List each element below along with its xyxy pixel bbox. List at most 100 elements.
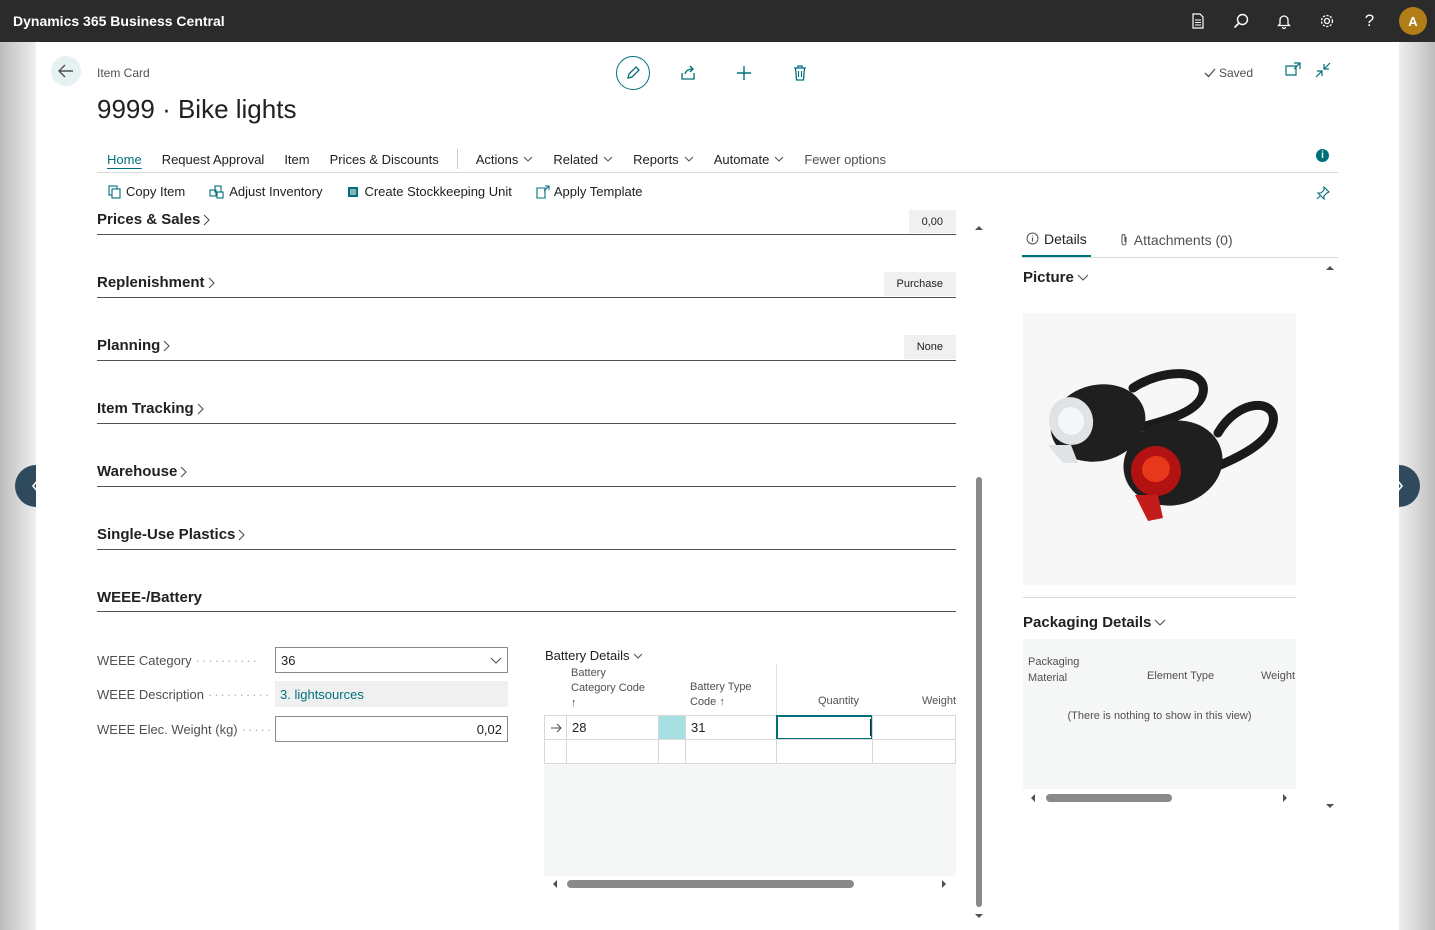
weee-weight-row: WEEE Elec. Weight (kg) ····· 0,02: [97, 716, 508, 742]
fasttab-weee-battery[interactable]: WEEE-/Battery: [97, 585, 956, 612]
chevron-right-icon: [163, 340, 171, 351]
share-button[interactable]: [670, 56, 706, 90]
col-battery-category-code[interactable]: Battery Category Code ↑: [571, 666, 645, 717]
info-icon[interactable]: i: [1316, 149, 1329, 162]
chevron-right-icon: [239, 529, 246, 540]
tab-attachments[interactable]: Attachments (0): [1115, 222, 1237, 257]
tab-prices-discounts[interactable]: Prices & Discounts: [320, 147, 449, 171]
bell-icon[interactable]: [1262, 0, 1305, 42]
fasttab-title: Planning: [97, 337, 171, 354]
tab-details[interactable]: Details: [1022, 222, 1091, 257]
cell-weight[interactable]: [872, 715, 956, 740]
fasttab-title: Item Tracking: [97, 400, 204, 417]
new-button[interactable]: [726, 56, 762, 90]
tab-item[interactable]: Item: [274, 147, 319, 171]
apply-template-button[interactable]: Apply Template: [536, 184, 643, 199]
template-icon: [536, 184, 550, 199]
cell-lookup[interactable]: [658, 715, 686, 740]
adjust-inventory-label: Adjust Inventory: [229, 184, 323, 199]
action-bar: Home Request Approval Item Prices & Disc…: [97, 146, 1338, 173]
fasttab-item-tracking[interactable]: Item Tracking: [97, 396, 956, 424]
empty-cell[interactable]: [685, 739, 777, 764]
create-stockkeeping-unit-button[interactable]: Create Stockkeeping Unit: [346, 184, 512, 199]
fasttab-single-use-plastics[interactable]: Single-Use Plastics: [97, 522, 956, 550]
cell-type-code[interactable]: 31: [685, 715, 777, 740]
action-bar-separator: [456, 149, 458, 169]
weee-category-select[interactable]: 36: [275, 647, 508, 673]
packaging-section-header[interactable]: Packaging Details: [1023, 614, 1166, 631]
factbox-vscrollbar[interactable]: [1325, 262, 1335, 812]
top-bar: Dynamics 365 Business Central ? A: [0, 0, 1435, 42]
empty-cell[interactable]: [658, 739, 686, 764]
edit-button[interactable]: [616, 56, 650, 90]
open-new-window-icon[interactable]: [1285, 62, 1301, 76]
chevron-right-icon: [197, 403, 204, 414]
content-vscrollbar[interactable]: [973, 222, 985, 922]
tab-request-approval[interactable]: Request Approval: [152, 147, 275, 171]
avatar[interactable]: A: [1399, 7, 1427, 35]
menu-related[interactable]: Related: [543, 147, 623, 171]
fasttab-planning[interactable]: Planning None: [97, 333, 956, 361]
weee-description-value[interactable]: 3. lightsources: [275, 681, 508, 707]
help-icon[interactable]: ?: [1348, 0, 1391, 42]
app-title[interactable]: Dynamics 365 Business Central: [13, 13, 225, 29]
col-category-line1: Battery: [571, 667, 606, 679]
header-actions: [616, 56, 838, 90]
fasttab-title: WEEE-/Battery: [97, 589, 203, 606]
back-arrow-icon: [58, 64, 73, 78]
document-icon[interactable]: [1176, 0, 1219, 42]
row-selector[interactable]: [544, 715, 567, 740]
col-weight[interactable]: Weight: [1261, 670, 1295, 682]
battery-details-title[interactable]: Battery Details: [545, 648, 643, 663]
fasttab-prices-sales[interactable]: Prices & Sales 0,00: [97, 210, 956, 235]
gear-icon[interactable]: [1305, 0, 1348, 42]
delete-icon: [794, 65, 806, 81]
factbox-divider: [1023, 597, 1296, 598]
chevron-down-icon: [1077, 274, 1089, 281]
fasttab-warehouse-label: Warehouse: [97, 463, 178, 480]
sort-arrow-icon: ↑: [719, 696, 725, 708]
item-picture[interactable]: [1023, 313, 1296, 585]
copy-item-button[interactable]: Copy Item: [108, 184, 185, 199]
col-element-type[interactable]: Element Type: [1147, 670, 1214, 682]
fasttab-replenishment[interactable]: Replenishment Purchase: [97, 270, 956, 298]
delete-button[interactable]: [782, 56, 818, 90]
menu-reports-label: Reports: [633, 151, 679, 167]
empty-cell[interactable]: [776, 739, 873, 764]
chevron-down-icon: [490, 657, 502, 664]
empty-cell[interactable]: [872, 739, 956, 764]
menu-reports[interactable]: Reports: [623, 147, 704, 171]
empty-cell[interactable]: [566, 739, 659, 764]
empty-row-selector[interactable]: [544, 739, 567, 764]
weee-description-row: WEEE Description ·········· 3. lightsourc…: [97, 681, 508, 707]
weee-weight-input[interactable]: 0,02: [275, 716, 508, 742]
tab-home[interactable]: Home: [97, 147, 152, 171]
packaging-hscrollbar[interactable]: [1030, 792, 1288, 804]
fasttab-title: Single-Use Plastics: [97, 526, 246, 543]
adjust-inventory-button[interactable]: Adjust Inventory: [209, 184, 322, 199]
cell-category-code[interactable]: 28: [566, 715, 659, 740]
menu-related-label: Related: [553, 151, 599, 167]
weee-weight-label-text: WEEE Elec. Weight (kg): [97, 721, 238, 737]
cell-quantity-input[interactable]: [776, 715, 873, 740]
battery-grid-hscrollbar[interactable]: [552, 878, 947, 890]
back-button[interactable]: [51, 56, 81, 86]
menu-automate[interactable]: Automate: [704, 147, 795, 171]
battery-details-grid: Battery Category Code ↑ Battery Type Cod…: [544, 664, 956, 876]
search-icon[interactable]: [1219, 0, 1262, 42]
edit-icon: [627, 66, 640, 79]
fasttab-warehouse[interactable]: Warehouse: [97, 459, 956, 487]
copy-icon: [108, 184, 121, 199]
picture-section-header[interactable]: Picture: [1023, 269, 1089, 286]
col-packaging-material[interactable]: Packaging Material: [1028, 654, 1079, 686]
menu-automate-label: Automate: [713, 151, 770, 167]
arrow-right-icon: [550, 723, 562, 732]
col-type-line1: Battery Type: [690, 681, 752, 693]
col-material-line2: Material: [1028, 672, 1068, 684]
menu-actions[interactable]: Actions: [466, 147, 544, 171]
pin-icon[interactable]: [1316, 185, 1330, 203]
sort-arrow-icon: ↑: [571, 697, 577, 709]
fewer-options-button[interactable]: Fewer options: [794, 147, 896, 171]
collapse-icon[interactable]: [1315, 62, 1331, 78]
chevron-down-icon: [1155, 619, 1166, 626]
